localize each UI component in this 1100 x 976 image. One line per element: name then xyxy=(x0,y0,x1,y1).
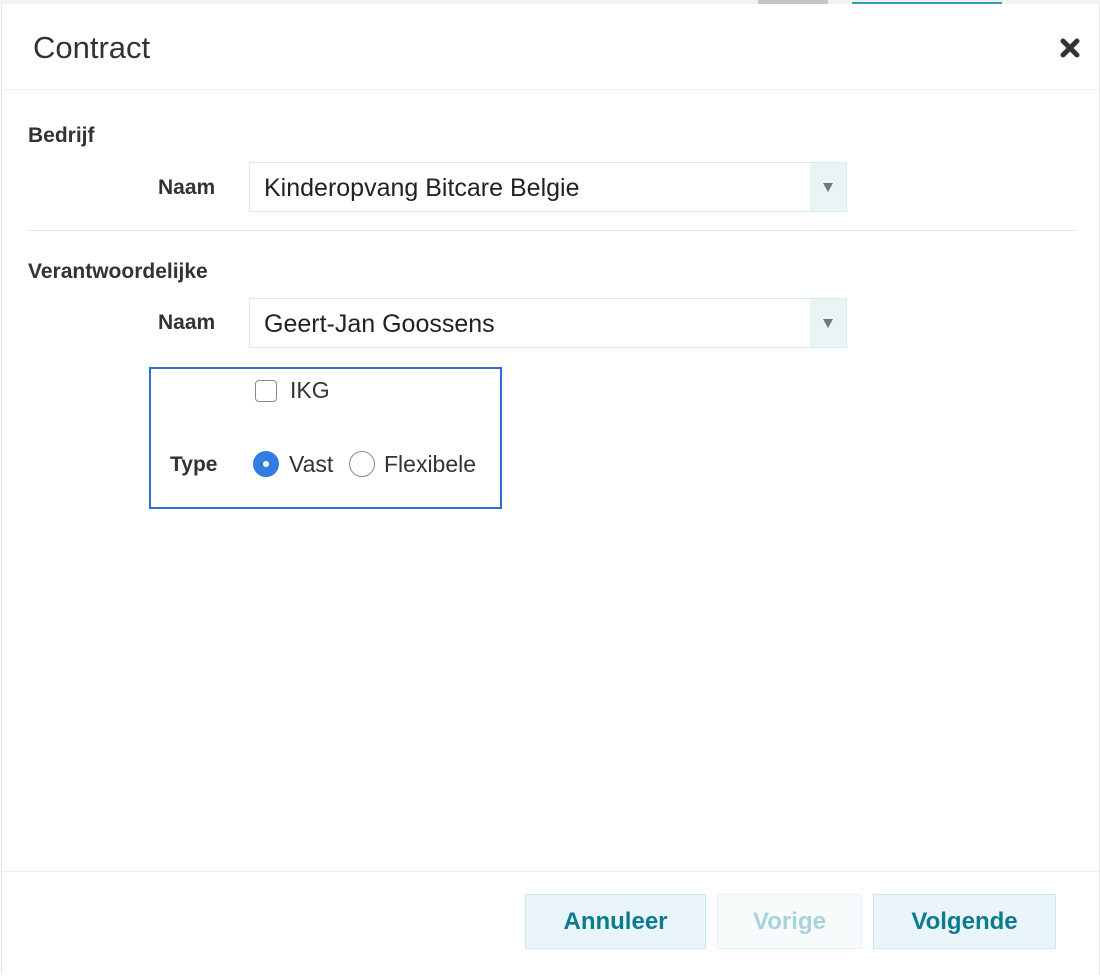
company-name-value: Kinderopvang Bitcare Belgie xyxy=(264,174,580,202)
company-name-label: Naam xyxy=(158,176,216,199)
section-divider xyxy=(28,230,1075,231)
responsible-name-select[interactable]: Geert-Jan Goossens xyxy=(249,298,847,348)
ikg-label[interactable]: IKG xyxy=(290,377,330,404)
type-radio-flexibele[interactable] xyxy=(349,451,375,477)
type-option-label-vast[interactable]: Vast xyxy=(289,451,333,478)
type-label: Type xyxy=(170,453,218,476)
dropdown-arrow-box[interactable] xyxy=(810,299,846,347)
next-button[interactable]: Volgende xyxy=(873,894,1056,949)
type-radio-vast[interactable] xyxy=(253,451,279,477)
section-title-company: Bedrijf xyxy=(28,124,95,147)
cancel-button[interactable]: Annuleer xyxy=(525,894,706,949)
company-name-select[interactable]: Kinderopvang Bitcare Belgie xyxy=(249,162,847,212)
responsible-name-value: Geert-Jan Goossens xyxy=(264,310,495,338)
dropdown-arrow-box[interactable] xyxy=(810,163,846,211)
type-option-label-flexibele[interactable]: Flexibele xyxy=(384,451,476,478)
modal-title: Contract xyxy=(33,30,151,65)
chevron-down-icon xyxy=(823,183,833,192)
close-icon[interactable] xyxy=(1057,35,1083,61)
responsible-name-label: Naam xyxy=(158,311,216,334)
ikg-checkbox[interactable] xyxy=(255,380,277,402)
modal-header: Contract xyxy=(2,4,1099,90)
modal-footer-divider xyxy=(2,871,1099,872)
section-title-responsible: Verantwoordelijke xyxy=(28,260,208,283)
previous-button[interactable]: Vorige xyxy=(717,894,862,949)
chevron-down-icon xyxy=(823,319,833,328)
contract-modal: Contract Bedrijf Naam Kinderopvang Bitca… xyxy=(1,4,1100,974)
